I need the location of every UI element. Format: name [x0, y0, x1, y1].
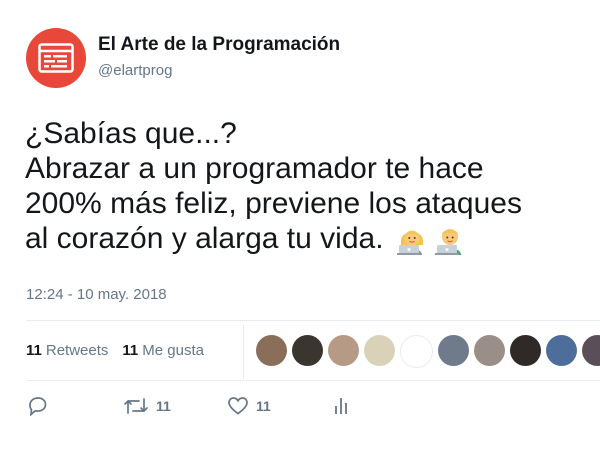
- woman-technologist-emoji-icon: [396, 230, 423, 256]
- tweet-timestamp[interactable]: 12:24 - 10 may. 2018: [26, 286, 167, 303]
- author-name[interactable]: El Arte de la Programación: [98, 34, 340, 56]
- liker-avatars: [256, 335, 600, 368]
- tweet-text: ¿Sabías que...? Abrazar a un programador…: [25, 116, 595, 256]
- retweet-icon: [124, 398, 148, 414]
- divider: [26, 380, 600, 381]
- man-technologist-emoji-icon: [434, 229, 461, 256]
- tweet-text-line: al corazón y alarga tu vida.: [25, 221, 595, 256]
- tweet-text-line: ¿Sabías que...?: [25, 117, 237, 150]
- stats-separator: [243, 325, 244, 379]
- liker-avatar-3[interactable]: [328, 335, 359, 366]
- liker-avatar-9[interactable]: [546, 335, 577, 366]
- retweets-stat[interactable]: 11 Retweets: [26, 342, 108, 359]
- like-action-count: 11: [256, 398, 271, 414]
- liker-avatar-8[interactable]: [510, 335, 541, 366]
- retweets-label: Retweets: [45, 342, 109, 359]
- liker-avatar-6[interactable]: [438, 335, 469, 366]
- reply-icon: [29, 397, 47, 416]
- like-button[interactable]: 11: [228, 397, 334, 415]
- analytics-button[interactable]: [334, 397, 348, 415]
- likes-count: 11: [122, 342, 139, 359]
- author-handle[interactable]: @elartprog: [98, 62, 172, 79]
- likes-label: Me gusta: [142, 342, 204, 359]
- likes-stat[interactable]: 11 Me gusta: [122, 342, 204, 359]
- liker-avatar-1[interactable]: [256, 335, 287, 366]
- tweet-text-line: 200% más feliz, previene los ataques: [25, 187, 522, 220]
- retweet-action-count: 11: [156, 398, 171, 414]
- tweet-stats: 11 Retweets 11 Me gusta: [26, 342, 218, 359]
- heart-icon: [228, 397, 248, 415]
- profile-avatar[interactable]: [26, 28, 86, 88]
- liker-avatar-4[interactable]: [364, 335, 395, 366]
- retweets-count: 11: [26, 342, 42, 359]
- liker-avatar-2[interactable]: [292, 335, 323, 366]
- tweet-text-line: Abrazar a un programador te hace: [25, 152, 484, 185]
- liker-avatar-10[interactable]: [582, 335, 600, 366]
- liker-avatar-5[interactable]: [400, 335, 433, 368]
- retweet-button[interactable]: 11: [124, 397, 228, 415]
- liker-avatar-7[interactable]: [474, 335, 505, 366]
- reply-button[interactable]: [26, 396, 124, 416]
- tweet-text-line-content: al corazón y alarga tu vida.: [25, 222, 384, 255]
- code-window-logo-icon: [38, 43, 74, 73]
- tweet-actions: 11 11: [26, 396, 348, 416]
- divider: [26, 320, 600, 321]
- analytics-icon: [335, 398, 347, 414]
